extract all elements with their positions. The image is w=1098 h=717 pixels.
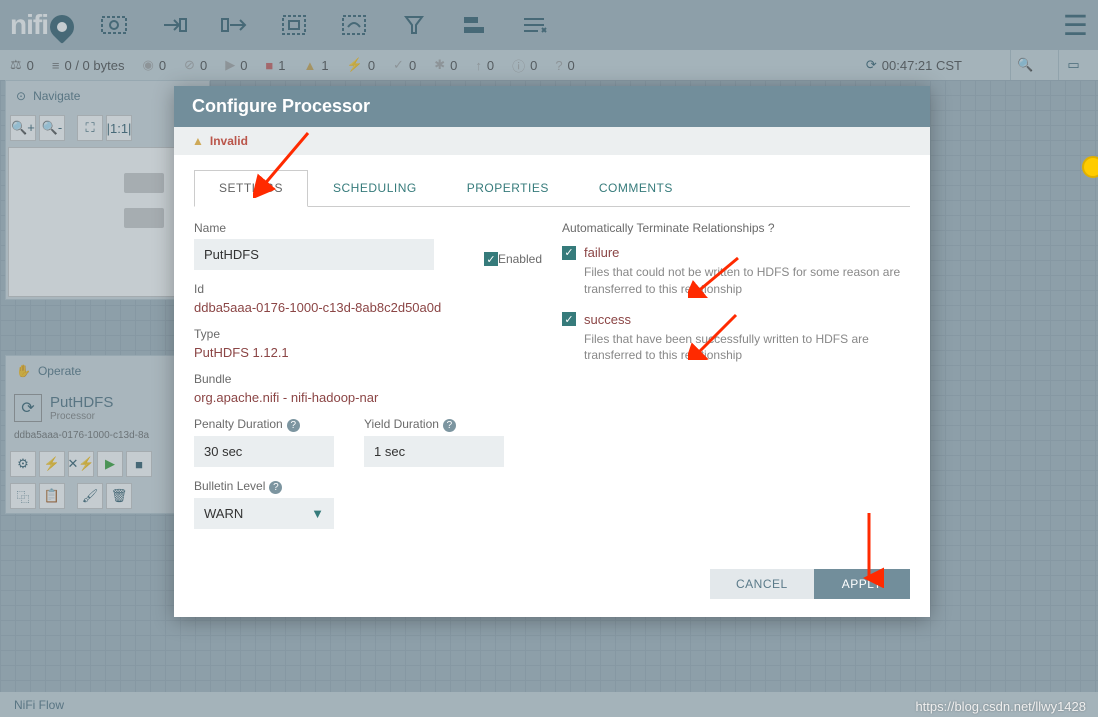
help-icon[interactable]: ?: [287, 419, 300, 432]
annotation-badge: [1082, 156, 1098, 178]
tab-properties[interactable]: PROPERTIES: [442, 170, 574, 206]
relationships-header: Automatically Terminate Relationships ?: [562, 221, 910, 235]
bulletin-level-select[interactable]: WARN ▼: [194, 498, 334, 529]
annotation-arrow: [854, 508, 884, 588]
relationship-failure-name: failure: [584, 245, 619, 260]
tab-scheduling[interactable]: SCHEDULING: [308, 170, 442, 206]
id-label: Id: [194, 282, 542, 296]
processor-name-input[interactable]: [194, 239, 434, 270]
yield-duration-input[interactable]: [364, 436, 504, 467]
help-icon[interactable]: ?: [768, 221, 775, 235]
tab-comments[interactable]: COMMENTS: [574, 170, 698, 206]
id-value: ddba5aaa-0176-1000-c13d-8ab8c2d50a0d: [194, 300, 542, 315]
annotation-arrow: [688, 253, 748, 298]
watermark: https://blog.csdn.net/llwy1428: [915, 699, 1086, 714]
help-icon[interactable]: ?: [269, 481, 282, 494]
annotation-arrow: [253, 128, 313, 198]
relationship-success-name: success: [584, 312, 631, 327]
help-icon[interactable]: ?: [443, 419, 456, 432]
dialog-title: Configure Processor: [174, 86, 930, 127]
annotation-arrow: [688, 310, 748, 360]
penalty-duration-input[interactable]: [194, 436, 334, 467]
bundle-label: Bundle: [194, 372, 542, 386]
yield-label: Yield Duration?: [364, 417, 504, 432]
bundle-value: org.apache.nifi - nifi-hadoop-nar: [194, 390, 542, 405]
type-label: Type: [194, 327, 542, 341]
relationship-failure-checkbox[interactable]: ✓: [562, 246, 576, 260]
penalty-label: Penalty Duration?: [194, 417, 334, 432]
name-label: Name: [194, 221, 464, 235]
type-value: PutHDFS 1.12.1: [194, 345, 542, 360]
chevron-down-icon: ▼: [311, 506, 324, 521]
cancel-button[interactable]: CANCEL: [710, 569, 814, 599]
bulletin-label: Bulletin Level?: [194, 479, 542, 494]
warning-icon: ▲: [192, 134, 204, 148]
enabled-checkbox[interactable]: ✓Enabled: [484, 252, 542, 267]
relationship-success-checkbox[interactable]: ✓: [562, 312, 576, 326]
